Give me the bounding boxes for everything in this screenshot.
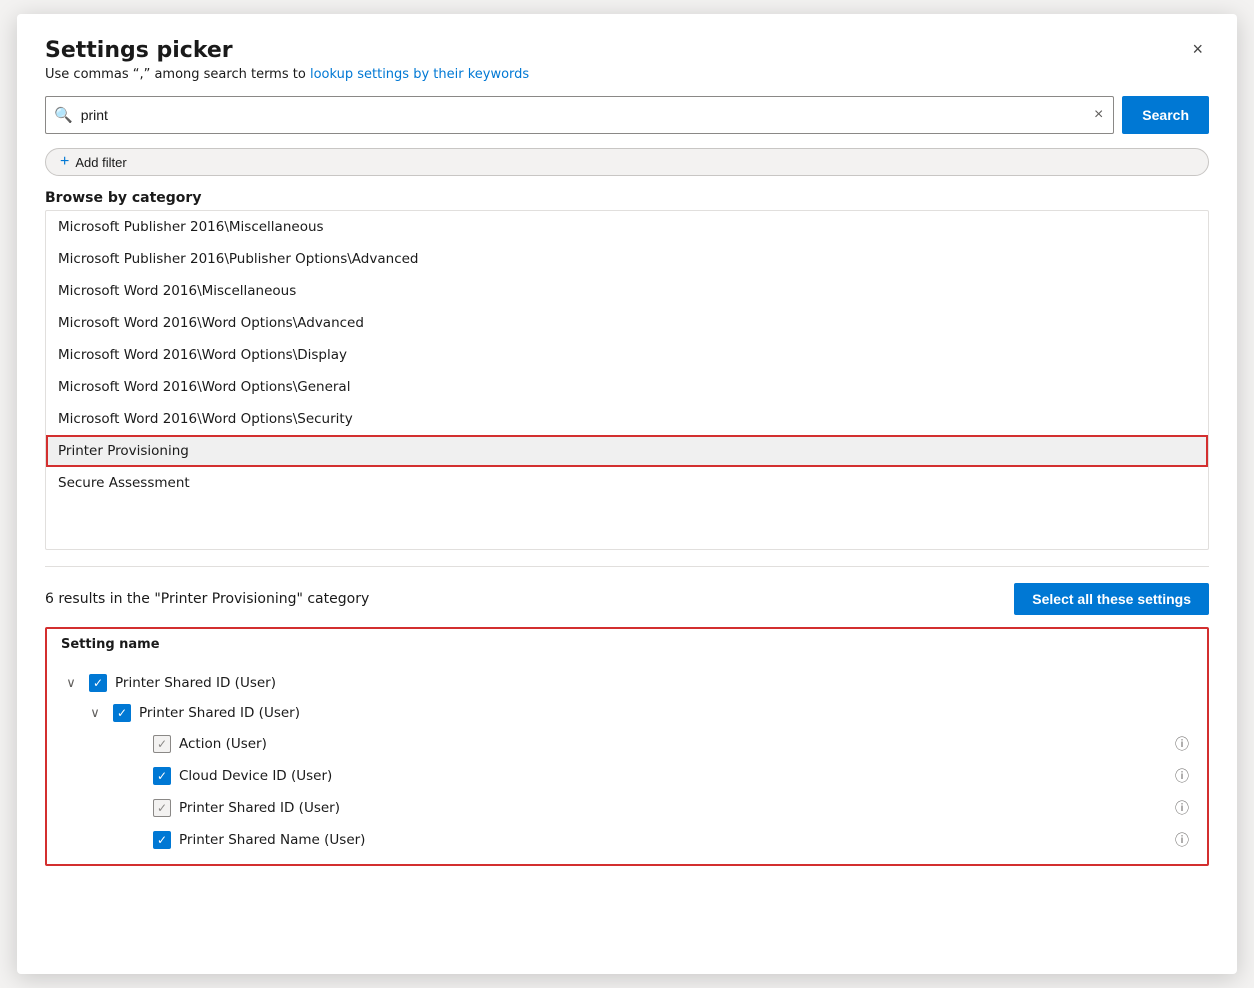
info-icon[interactable]: ⓘ (1175, 766, 1193, 786)
results-header: 6 results in the "Printer Provisioning" … (45, 583, 1209, 615)
dialog-subtitle: Use commas “,” among search terms to loo… (45, 67, 1209, 82)
setting-row: ∨ Printer Shared ID (User) (61, 668, 1193, 698)
category-item[interactable]: Printer Provisioning (46, 435, 1208, 467)
setting-label: Printer Shared ID (User) (139, 705, 1193, 721)
setting-row: Printer Shared ID (User) ⓘ (61, 792, 1193, 824)
settings-picker-dialog: Settings picker × Use commas “,” among s… (17, 14, 1237, 974)
category-item[interactable]: Microsoft Word 2016\Word Options\Display (46, 339, 1208, 371)
dialog-title: Settings picker (45, 38, 233, 63)
setting-row: Printer Shared Name (User) ⓘ (61, 824, 1193, 856)
chevron-button[interactable]: ∨ (85, 705, 105, 721)
checkbox-checked[interactable] (113, 704, 131, 722)
info-icon[interactable]: ⓘ (1175, 830, 1193, 850)
checkbox-checked[interactable] (89, 674, 107, 692)
add-filter-plus-icon: + (60, 153, 69, 171)
dialog-header: Settings picker × (45, 38, 1209, 63)
category-item[interactable]: Microsoft Word 2016\Miscellaneous (46, 275, 1208, 307)
category-item[interactable]: Microsoft Word 2016\Word Options\Securit… (46, 403, 1208, 435)
category-item[interactable]: Microsoft Word 2016\Word Options\Advance… (46, 307, 1208, 339)
add-filter-button[interactable]: + Add filter (45, 148, 1209, 176)
search-input[interactable] (81, 107, 1092, 123)
checkbox-checked[interactable] (153, 831, 171, 849)
category-item[interactable]: Microsoft Publisher 2016\Publisher Optio… (46, 243, 1208, 275)
browse-section: Browse by category Microsoft Publisher 2… (45, 190, 1209, 550)
search-row: 🔍 × Search (45, 96, 1209, 134)
browse-title: Browse by category (45, 190, 1209, 206)
setting-name-header: Setting name (47, 629, 1207, 660)
setting-row: Action (User) ⓘ (61, 728, 1193, 760)
results-count: 6 results in the "Printer Provisioning" … (45, 591, 369, 607)
setting-label: Printer Shared ID (User) (179, 800, 1167, 816)
checkbox-partial[interactable] (153, 799, 171, 817)
divider (45, 566, 1209, 567)
category-item[interactable]: Microsoft Word 2016\Word Options\General (46, 371, 1208, 403)
setting-row: Cloud Device ID (User) ⓘ (61, 760, 1193, 792)
setting-label: Printer Shared ID (User) (115, 675, 1193, 691)
info-icon[interactable]: ⓘ (1175, 734, 1193, 754)
select-all-button[interactable]: Select all these settings (1014, 583, 1209, 615)
category-item[interactable]: Microsoft Publisher 2016\Miscellaneous (46, 211, 1208, 243)
add-filter-label: Add filter (75, 155, 126, 170)
chevron-button[interactable]: ∨ (61, 675, 81, 691)
close-button[interactable]: × (1186, 38, 1209, 60)
checkbox-checked[interactable] (153, 767, 171, 785)
subtitle-link[interactable]: lookup settings by their keywords (310, 67, 529, 82)
setting-label: Printer Shared Name (User) (179, 832, 1167, 848)
settings-list: ∨ Printer Shared ID (User) ∨ Printer Shared… (47, 660, 1207, 864)
setting-label: Cloud Device ID (User) (179, 768, 1167, 784)
setting-row: ∨ Printer Shared ID (User) (61, 698, 1193, 728)
checkbox-partial[interactable] (153, 735, 171, 753)
clear-search-button[interactable]: × (1092, 106, 1105, 124)
category-item[interactable]: Secure Assessment (46, 467, 1208, 499)
search-icon: 🔍 (54, 106, 73, 124)
info-icon[interactable]: ⓘ (1175, 798, 1193, 818)
setting-label: Action (User) (179, 736, 1167, 752)
settings-section: Setting name ∨ Printer Shared ID (User) ∨ P… (45, 627, 1209, 866)
search-input-wrapper: 🔍 × (45, 96, 1114, 134)
search-button[interactable]: Search (1122, 96, 1209, 134)
category-list: Microsoft Publisher 2016\MiscellaneousMi… (45, 210, 1209, 550)
